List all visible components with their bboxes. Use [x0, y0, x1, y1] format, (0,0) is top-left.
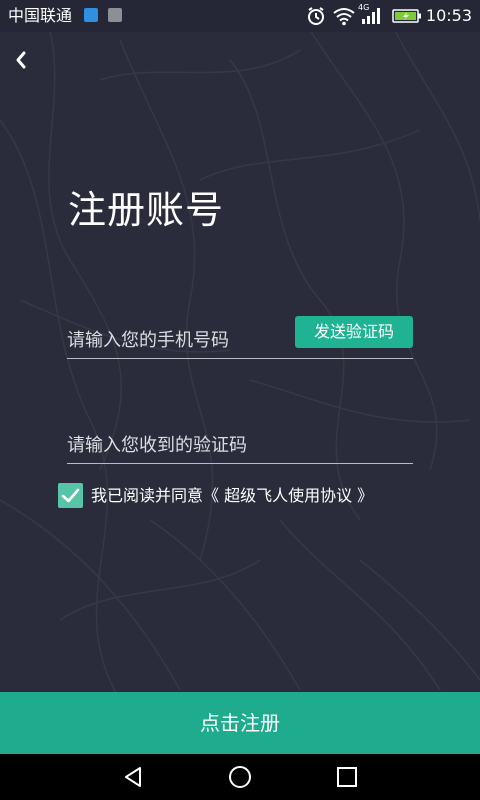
agreement-checkbox[interactable]: [58, 483, 83, 508]
battery-icon: [392, 9, 421, 23]
wifi-icon: [333, 8, 355, 26]
agreement-label[interactable]: 我已阅读并同意《 超级飞人使用协议 》: [91, 484, 373, 508]
verification-code-input[interactable]: [67, 429, 407, 461]
phone-input[interactable]: [67, 324, 297, 356]
background-pattern: [0, 0, 480, 701]
register-button[interactable]: 点击注册: [0, 692, 480, 754]
signal-icon: [362, 8, 380, 24]
alarm-icon: [308, 7, 324, 25]
status-bar: 中国联通 4G 10:53: [0, 0, 480, 32]
back-arrow-icon[interactable]: [8, 46, 36, 74]
verification-code-field: [67, 423, 413, 464]
system-navigation-bar: [0, 754, 480, 800]
nav-recent-icon[interactable]: [333, 763, 361, 791]
carrier-name: 中国联通: [8, 6, 73, 25]
page-title: 注册账号: [68, 188, 225, 232]
image-notification-icon: [108, 8, 122, 22]
clock-time: 10:53: [425, 6, 472, 25]
send-code-button[interactable]: 发送验证码: [295, 316, 413, 348]
usb-icon: [84, 8, 98, 22]
register-screen: 中国联通 4G 10:53 注册账号 请输入您的手机号码 发送验证码 请输入您收…: [0, 0, 480, 800]
phone-field: 发送验证码: [67, 316, 413, 359]
nav-home-icon[interactable]: [226, 763, 254, 791]
nav-back-icon[interactable]: [120, 763, 148, 791]
